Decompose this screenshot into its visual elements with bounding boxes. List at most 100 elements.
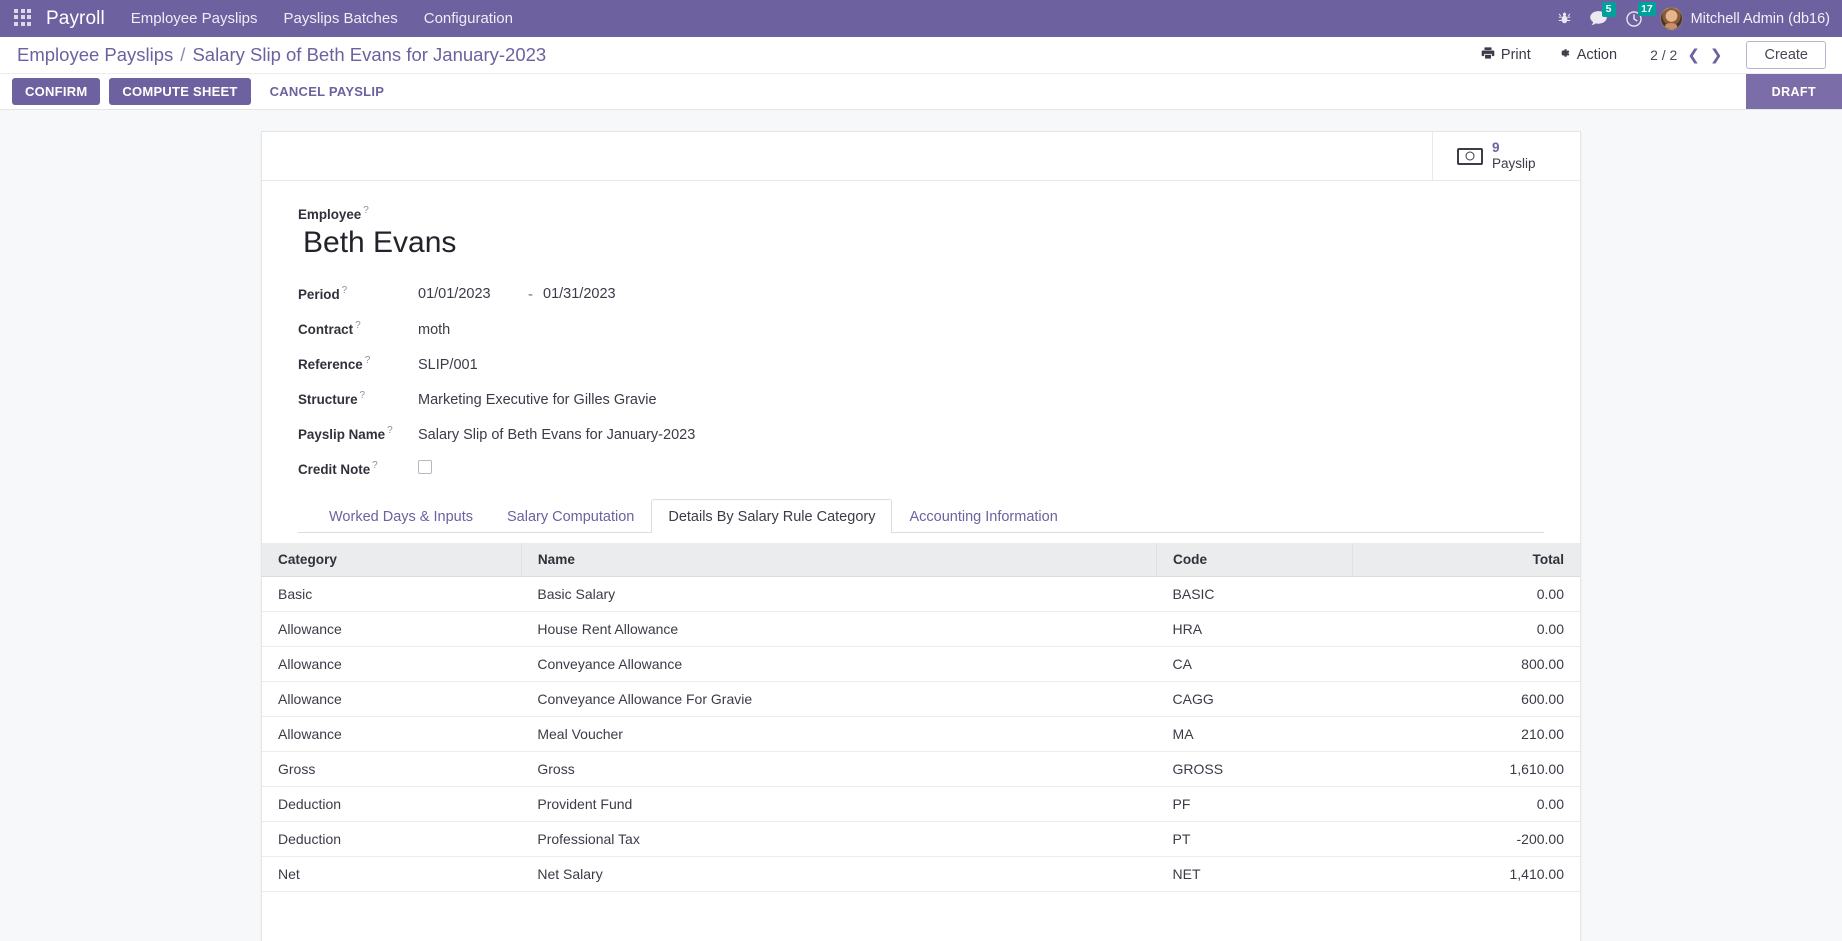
printer-icon [1481, 46, 1495, 64]
cell-name[interactable]: Basic Salary [521, 576, 1157, 612]
period-date-from-input[interactable]: 01/01/2023 [418, 286, 528, 302]
cell-name[interactable]: Professional Tax [521, 821, 1157, 857]
cell-category[interactable]: Allowance [262, 646, 522, 682]
activities-clock-icon[interactable]: 17 [1625, 1, 1657, 28]
cell-name[interactable]: House Rent Allowance [521, 611, 1157, 647]
table-row[interactable]: Allowance Meal Voucher MA 210.00 [262, 716, 1580, 752]
cell-category[interactable]: Deduction [262, 821, 522, 857]
payslip-name-label: Payslip Name [298, 427, 386, 442]
employee-value[interactable]: Beth Evans [303, 226, 1544, 261]
cell-total[interactable]: 0.00 [1352, 576, 1580, 612]
menu-item-employee-payslips[interactable]: Employee Payslips [131, 8, 258, 29]
contract-help-icon[interactable]: ? [355, 320, 361, 331]
tab-salary-computation[interactable]: Salary Computation [490, 499, 651, 533]
chevron-left-icon[interactable]: ❮ [1687, 48, 1700, 63]
credit-note-value-cell [418, 452, 695, 487]
cell-category[interactable]: Net [262, 856, 522, 892]
table-row[interactable]: Allowance Conveyance Allowance For Gravie… [262, 681, 1580, 717]
cell-category[interactable]: Allowance [262, 611, 522, 647]
payslip-stat-button[interactable]: 9 Payslip [1432, 132, 1580, 180]
cell-code[interactable]: GROSS [1156, 751, 1353, 787]
bug-icon[interactable] [1557, 11, 1572, 26]
reference-value[interactable]: SLIP/001 [418, 357, 478, 373]
cell-code[interactable]: NET [1156, 856, 1353, 892]
cell-code[interactable]: MA [1156, 716, 1353, 752]
status-badge-draft[interactable]: DRAFT [1745, 74, 1842, 109]
tab-worked-days-inputs[interactable]: Worked Days & Inputs [312, 499, 490, 533]
payslip-name-label-cell: Payslip Name? [298, 417, 418, 452]
cell-total[interactable]: 800.00 [1352, 646, 1580, 682]
cancel-payslip-button[interactable]: CANCEL PAYSLIP [260, 79, 395, 104]
confirm-button[interactable]: CONFIRM [12, 78, 101, 105]
structure-value[interactable]: Marketing Executive for Gilles Gravie [418, 392, 657, 408]
period-dash: - [528, 285, 533, 303]
field-row-structure: Structure? Marketing Executive for Gille… [298, 382, 695, 417]
messages-icon[interactable]: 5 [1589, 2, 1616, 27]
cell-code[interactable]: BASIC [1156, 576, 1353, 612]
menu-item-configuration[interactable]: Configuration [424, 8, 513, 29]
credit-note-checkbox[interactable] [418, 460, 432, 474]
page-title: Salary Slip of Beth Evans for January-20… [192, 44, 547, 65]
cell-category[interactable]: Deduction [262, 786, 522, 822]
chevron-right-icon[interactable]: ❯ [1710, 48, 1723, 63]
payslip-name-value[interactable]: Salary Slip of Beth Evans for January-20… [418, 427, 695, 443]
table-row[interactable]: Gross Gross GROSS 1,610.00 [262, 751, 1580, 787]
cell-category[interactable]: Allowance [262, 716, 522, 752]
cell-total[interactable]: 0.00 [1352, 611, 1580, 647]
app-brand-payroll[interactable]: Payroll [46, 8, 105, 30]
cell-category[interactable]: Basic [262, 576, 522, 612]
form-action-buttons: CONFIRM COMPUTE SHEET CANCEL PAYSLIP [12, 74, 394, 109]
cell-code[interactable]: HRA [1156, 611, 1353, 647]
table-row[interactable]: Basic Basic Salary BASIC 0.00 [262, 576, 1580, 612]
cell-total[interactable]: 600.00 [1352, 681, 1580, 717]
pager-value: 2 / 2 [1650, 47, 1678, 63]
table-row[interactable]: Allowance House Rent Allowance HRA 0.00 [262, 611, 1580, 647]
cell-total[interactable]: 0.00 [1352, 786, 1580, 822]
menu-item-payslips-batches[interactable]: Payslips Batches [284, 8, 398, 29]
period-date-to-input[interactable]: 01/31/2023 [543, 286, 616, 302]
table-row[interactable]: Net Net Salary NET 1,410.00 [262, 856, 1580, 892]
period-value-cell: 01/01/2023 - 01/31/2023 [418, 277, 695, 312]
cell-code[interactable]: PT [1156, 821, 1353, 857]
cell-code[interactable]: PF [1156, 786, 1353, 822]
compute-sheet-button[interactable]: COMPUTE SHEET [109, 78, 251, 105]
period-help-icon[interactable]: ? [342, 285, 348, 296]
cell-name[interactable]: Net Salary [521, 856, 1157, 892]
cell-total[interactable]: 210.00 [1352, 716, 1580, 752]
cell-code[interactable]: CAGG [1156, 681, 1353, 717]
apps-grid-icon[interactable] [14, 8, 34, 29]
column-header-total[interactable]: Total [1352, 542, 1580, 577]
action-button[interactable]: Action [1544, 42, 1630, 68]
cell-category[interactable]: Gross [262, 751, 522, 787]
gear-icon [1557, 46, 1571, 64]
breadcrumb-parent-link[interactable]: Employee Payslips [17, 44, 173, 66]
structure-help-icon[interactable]: ? [360, 390, 366, 401]
print-button[interactable]: Print [1468, 42, 1544, 68]
column-header-code[interactable]: Code [1156, 542, 1353, 577]
table-row[interactable]: Deduction Provident Fund PF 0.00 [262, 786, 1580, 822]
user-menu[interactable]: Mitchell Admin (db16) [1659, 7, 1830, 30]
cell-name[interactable]: Conveyance Allowance [521, 646, 1157, 682]
table-row[interactable]: Allowance Conveyance Allowance CA 800.00 [262, 646, 1580, 682]
cell-total[interactable]: -200.00 [1352, 821, 1580, 857]
contract-value[interactable]: moth [418, 322, 450, 338]
tab-accounting-information[interactable]: Accounting Information [892, 499, 1074, 533]
form-sheet: 9 Payslip Employee? Beth Evans Period? 0… [261, 131, 1581, 941]
cell-name[interactable]: Conveyance Allowance For Gravie [521, 681, 1157, 717]
credit-note-help-icon[interactable]: ? [372, 460, 378, 471]
column-header-name[interactable]: Name [521, 542, 1158, 577]
cell-code[interactable]: CA [1156, 646, 1353, 682]
cell-name[interactable]: Provident Fund [521, 786, 1157, 822]
cell-category[interactable]: Allowance [262, 681, 522, 717]
cell-name[interactable]: Meal Voucher [521, 716, 1157, 752]
reference-help-icon[interactable]: ? [365, 355, 371, 366]
payslip-name-help-icon[interactable]: ? [387, 425, 393, 436]
column-header-category[interactable]: Category [262, 542, 522, 577]
employee-help-icon[interactable]: ? [363, 205, 369, 216]
tab-details-by-salary-rule-category[interactable]: Details By Salary Rule Category [651, 498, 893, 533]
cell-total[interactable]: 1,610.00 [1352, 751, 1580, 787]
cell-total[interactable]: 1,410.00 [1352, 856, 1580, 892]
create-button[interactable]: Create [1746, 41, 1826, 69]
cell-name[interactable]: Gross [521, 751, 1157, 787]
table-row[interactable]: Deduction Professional Tax PT -200.00 [262, 821, 1580, 857]
